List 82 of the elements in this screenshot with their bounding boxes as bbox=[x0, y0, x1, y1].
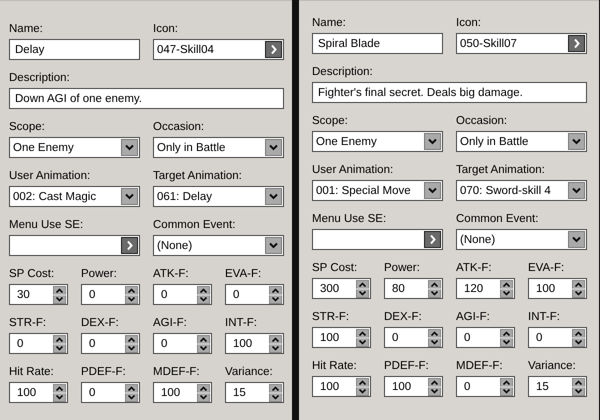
picker-field[interactable]: 050-Skill07 bbox=[456, 33, 587, 54]
field-label: Menu Use SE: bbox=[312, 212, 388, 226]
dropdown[interactable]: Only in Battle bbox=[153, 137, 284, 158]
spin-field[interactable]: 30 bbox=[9, 284, 68, 305]
spin-field[interactable]: 0 bbox=[153, 333, 212, 354]
dropdown[interactable]: 061: Delay bbox=[153, 186, 284, 207]
spin-field[interactable]: 0 bbox=[81, 382, 140, 403]
dropdown[interactable]: (None) bbox=[456, 229, 587, 250]
field-label: Common Event: bbox=[153, 218, 236, 232]
field-label: Menu Use SE: bbox=[9, 218, 84, 232]
field-label: User Animation: bbox=[312, 163, 394, 177]
field-label: Target Animation: bbox=[153, 169, 243, 183]
field-label: INT-F: bbox=[225, 316, 258, 330]
field-label: Variance: bbox=[225, 365, 274, 379]
field-label: Icon: bbox=[456, 16, 482, 30]
field-label: Description: bbox=[312, 65, 374, 79]
dropdown[interactable]: One Enemy bbox=[312, 131, 443, 152]
field-label: AGI-F: bbox=[153, 316, 188, 330]
spin-field[interactable]: 100 bbox=[312, 327, 371, 348]
text-field[interactable]: Spiral Blade bbox=[312, 33, 443, 54]
field-label: PDEF-F: bbox=[81, 365, 127, 379]
dropdown[interactable]: (None) bbox=[153, 235, 284, 256]
spin-field[interactable]: 15 bbox=[225, 382, 284, 403]
spin-field[interactable]: 0 bbox=[528, 327, 587, 348]
spin-field[interactable]: 0 bbox=[456, 327, 515, 348]
spin-field[interactable]: 300 bbox=[312, 278, 371, 299]
dropdown[interactable]: Only in Battle bbox=[456, 131, 587, 152]
field-label: DEX-F: bbox=[81, 316, 120, 330]
field-label: Name: bbox=[312, 16, 347, 30]
field-label: Icon: bbox=[153, 22, 179, 36]
field-label: EVA-F: bbox=[528, 261, 566, 275]
spin-field[interactable]: 100 bbox=[153, 382, 212, 403]
spin-field[interactable]: 15 bbox=[528, 376, 587, 397]
field-label: AGI-F: bbox=[456, 310, 491, 324]
field-label: Target Animation: bbox=[456, 163, 546, 177]
field-label: MDEF-F: bbox=[456, 359, 504, 373]
field-label: Scope: bbox=[312, 114, 349, 128]
spin-field[interactable]: 80 bbox=[384, 278, 443, 299]
field-label: STR-F: bbox=[9, 316, 48, 330]
spin-field[interactable]: 120 bbox=[456, 278, 515, 299]
text-field[interactable]: Down AGI of one enemy. bbox=[9, 88, 284, 109]
field-label: User Animation: bbox=[9, 169, 92, 183]
field-label: PDEF-F: bbox=[384, 359, 430, 373]
text-field[interactable]: Delay bbox=[9, 39, 140, 60]
field-label: EVA-F: bbox=[225, 267, 262, 281]
field-label: DEX-F: bbox=[384, 310, 423, 324]
dropdown[interactable]: 001: Special Move bbox=[312, 180, 443, 201]
field-label: STR-F: bbox=[312, 310, 350, 324]
spin-field[interactable]: 100 bbox=[312, 376, 371, 397]
field-label: Hit Rate: bbox=[9, 365, 55, 379]
dropdown[interactable]: 070: Sword-skill 4 bbox=[456, 180, 587, 201]
spin-field[interactable]: 100 bbox=[225, 333, 284, 354]
text-field[interactable]: Fighter's final secret. Deals big damage. bbox=[312, 82, 587, 103]
field-label: Hit Rate: bbox=[312, 359, 358, 373]
spin-field[interactable]: 100 bbox=[384, 376, 443, 397]
field-label: MDEF-F: bbox=[153, 365, 201, 379]
spin-field[interactable]: 100 bbox=[9, 382, 68, 403]
spin-field[interactable]: 0 bbox=[384, 327, 443, 348]
spin-field[interactable]: 0 bbox=[225, 284, 284, 305]
spin-field[interactable]: 0 bbox=[81, 333, 140, 354]
spin-field[interactable]: 0 bbox=[456, 376, 515, 397]
field-label: SP Cost: bbox=[9, 267, 56, 281]
picker-field[interactable]: 047-Skill04 bbox=[153, 39, 284, 60]
field-label: Name: bbox=[9, 22, 44, 36]
spin-field[interactable]: 0 bbox=[153, 284, 212, 305]
spin-field[interactable]: 0 bbox=[9, 333, 68, 354]
field-label: ATK-F: bbox=[456, 261, 493, 275]
field-label: Occasion: bbox=[456, 114, 508, 128]
field-label: SP Cost: bbox=[312, 261, 358, 275]
dropdown[interactable]: One Enemy bbox=[9, 137, 140, 158]
field-label: Description: bbox=[9, 71, 71, 85]
field-label: ATK-F: bbox=[153, 267, 190, 281]
field-label: INT-F: bbox=[528, 310, 561, 324]
spin-field[interactable]: 100 bbox=[528, 278, 587, 299]
field-label: Common Event: bbox=[456, 212, 540, 226]
field-label: Power: bbox=[384, 261, 421, 275]
field-label: Variance: bbox=[528, 359, 577, 373]
field-label: Occasion: bbox=[153, 120, 206, 134]
dropdown[interactable]: 002: Cast Magic bbox=[9, 186, 140, 207]
field-label: Scope: bbox=[9, 120, 46, 134]
field-label: Power: bbox=[81, 267, 118, 281]
spin-field[interactable]: 0 bbox=[81, 284, 140, 305]
